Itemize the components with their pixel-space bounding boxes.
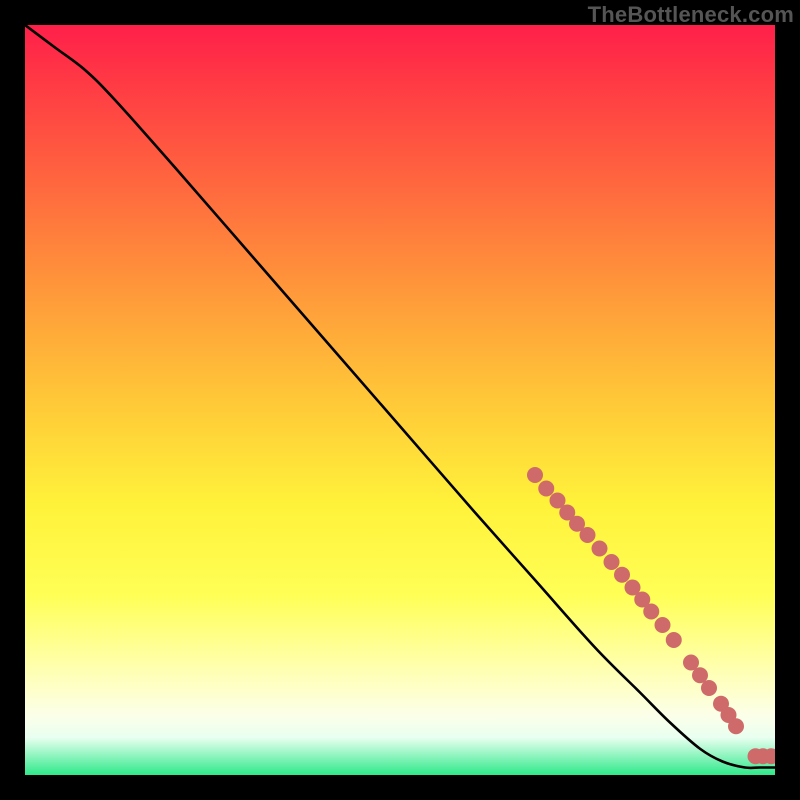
- data-marker: [701, 680, 717, 696]
- data-marker: [580, 527, 596, 543]
- data-marker: [538, 481, 554, 497]
- data-marker: [643, 604, 659, 620]
- data-marker: [592, 541, 608, 557]
- marker-group: [527, 467, 775, 764]
- bottleneck-curve: [25, 25, 775, 768]
- data-marker: [666, 632, 682, 648]
- plot-area: [25, 25, 775, 775]
- curve-svg: [25, 25, 775, 775]
- data-marker: [728, 718, 744, 734]
- chart-frame: TheBottleneck.com: [0, 0, 800, 800]
- watermark-label: TheBottleneck.com: [588, 2, 794, 28]
- data-marker: [655, 617, 671, 633]
- data-marker: [527, 467, 543, 483]
- data-marker: [614, 567, 630, 583]
- data-marker: [604, 554, 620, 570]
